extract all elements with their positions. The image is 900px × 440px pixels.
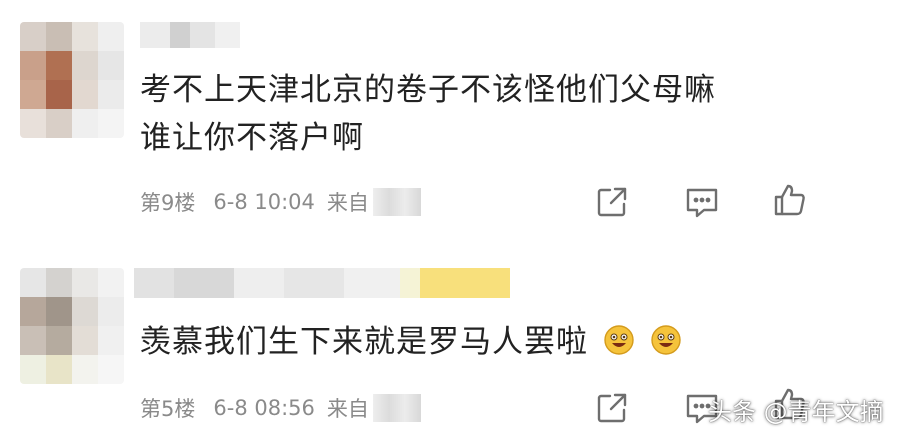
username-blurred[interactable] bbox=[134, 268, 510, 298]
share-button[interactable] bbox=[592, 388, 632, 428]
share-icon bbox=[597, 187, 627, 217]
avatar[interactable] bbox=[20, 268, 124, 384]
comment-item: 考不上天津北京的卷子不该怪他们父母嘛 谁让你不落户啊 第9楼 6-8 10:04… bbox=[0, 0, 900, 240]
comment-text-content: 羡慕我们生下来就是罗马人罢啦 bbox=[140, 324, 588, 360]
comment-text: 考不上天津北京的卷子不该怪他们父母嘛 谁让你不落户啊 bbox=[140, 72, 716, 156]
comment-text: 羡慕我们生下来就是罗马人罢啦 bbox=[140, 318, 682, 366]
grinning-emoji-icon bbox=[604, 325, 634, 355]
floor-number: 第5楼 bbox=[140, 397, 196, 421]
floor-number: 第9楼 bbox=[140, 191, 196, 215]
comment-meta: 第5楼 6-8 08:56 来自 bbox=[140, 390, 421, 426]
comment-time: 6-8 10:04 bbox=[213, 190, 315, 214]
reply-button[interactable] bbox=[682, 182, 722, 222]
source-label: 来自 bbox=[326, 191, 369, 215]
comment-icon bbox=[686, 188, 718, 218]
username-blurred[interactable] bbox=[140, 22, 240, 48]
share-icon bbox=[597, 393, 627, 423]
source-blurred bbox=[372, 188, 421, 216]
source-blurred bbox=[372, 394, 421, 422]
comment-meta: 第9楼 6-8 10:04 来自 bbox=[140, 184, 421, 220]
watermark: 头条 @青年文摘 bbox=[708, 398, 884, 426]
source-label: 来自 bbox=[326, 397, 369, 421]
comment-time: 6-8 08:56 bbox=[213, 396, 315, 420]
like-icon bbox=[774, 184, 805, 216]
share-button[interactable] bbox=[592, 182, 632, 222]
like-button[interactable] bbox=[770, 180, 810, 220]
grinning-emoji-icon bbox=[651, 325, 681, 355]
avatar[interactable] bbox=[20, 22, 124, 138]
